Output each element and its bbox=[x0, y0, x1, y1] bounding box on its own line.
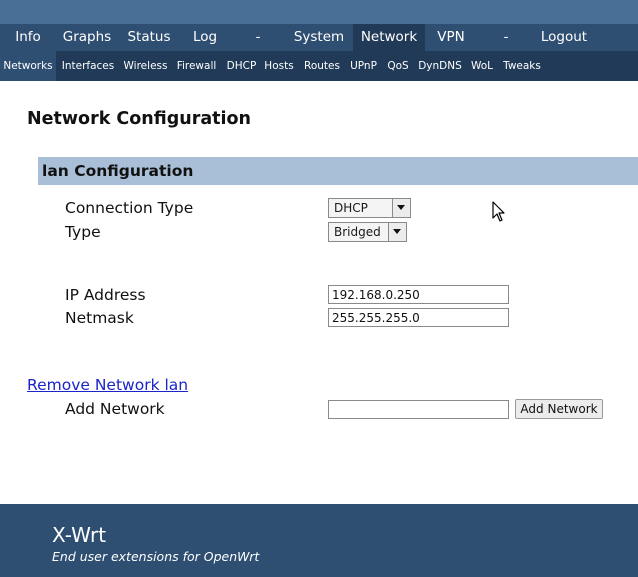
add-network-label: Add Network bbox=[65, 400, 165, 418]
type-select[interactable]: Bridged bbox=[328, 222, 407, 242]
chevron-down-icon bbox=[392, 199, 410, 217]
ip-address-input[interactable] bbox=[328, 285, 509, 304]
connection-type-label: Connection Type bbox=[65, 199, 194, 217]
connection-type-value: DHCP bbox=[334, 201, 368, 215]
subnav-hosts[interactable]: Hosts bbox=[262, 51, 296, 81]
sub-nav: Networks Interfaces Wireless Firewall DH… bbox=[0, 51, 638, 81]
type-value: Bridged bbox=[334, 225, 381, 239]
add-network-button[interactable]: Add Network bbox=[515, 399, 603, 419]
page-title: Network Configuration bbox=[27, 109, 251, 129]
footer-subtitle: End user extensions for OpenWrt bbox=[52, 549, 260, 564]
nav-logout[interactable]: Logout bbox=[536, 24, 592, 51]
nav-system[interactable]: System bbox=[290, 24, 348, 51]
nav-status[interactable]: Status bbox=[123, 24, 175, 51]
nav-graphs[interactable]: Graphs bbox=[56, 24, 118, 51]
footer-title: X-Wrt bbox=[52, 523, 107, 547]
nav-info[interactable]: Info bbox=[5, 24, 51, 51]
subnav-upnp[interactable]: UPnP bbox=[348, 51, 379, 81]
type-label: Type bbox=[65, 223, 101, 241]
nav-separator-2: - bbox=[503, 29, 509, 45]
nav-vpn[interactable]: VPN bbox=[431, 24, 471, 51]
subnav-interfaces[interactable]: Interfaces bbox=[60, 51, 116, 81]
netmask-input[interactable] bbox=[328, 308, 509, 327]
remove-network-link[interactable]: Remove Network lan bbox=[27, 376, 188, 394]
subnav-dhcp[interactable]: DHCP bbox=[224, 51, 259, 81]
subnav-qos[interactable]: QoS bbox=[383, 51, 413, 81]
footer: X-Wrt End user extensions for OpenWrt bbox=[0, 504, 638, 577]
section-title: lan Configuration bbox=[42, 162, 194, 180]
subnav-tweaks[interactable]: Tweaks bbox=[500, 51, 544, 81]
top-strip bbox=[0, 0, 638, 24]
netmask-label: Netmask bbox=[65, 309, 134, 327]
nav-network[interactable]: Network bbox=[353, 24, 425, 51]
section-header: lan Configuration bbox=[38, 157, 638, 185]
subnav-wol[interactable]: WoL bbox=[467, 51, 497, 81]
add-network-input[interactable] bbox=[328, 400, 509, 419]
mouse-pointer-icon bbox=[492, 201, 505, 222]
subnav-networks[interactable]: Networks bbox=[0, 51, 56, 81]
main-nav: Info Graphs Status Log - System Network … bbox=[0, 24, 638, 51]
chevron-down-icon bbox=[388, 223, 406, 241]
ip-address-label: IP Address bbox=[65, 286, 146, 304]
subnav-dyndns[interactable]: DynDNS bbox=[417, 51, 463, 81]
subnav-wireless[interactable]: Wireless bbox=[121, 51, 170, 81]
nav-separator-1: - bbox=[255, 29, 261, 45]
subnav-routes[interactable]: Routes bbox=[301, 51, 343, 81]
connection-type-select[interactable]: DHCP bbox=[328, 198, 411, 218]
subnav-firewall[interactable]: Firewall bbox=[174, 51, 219, 81]
nav-log[interactable]: Log bbox=[185, 24, 225, 51]
